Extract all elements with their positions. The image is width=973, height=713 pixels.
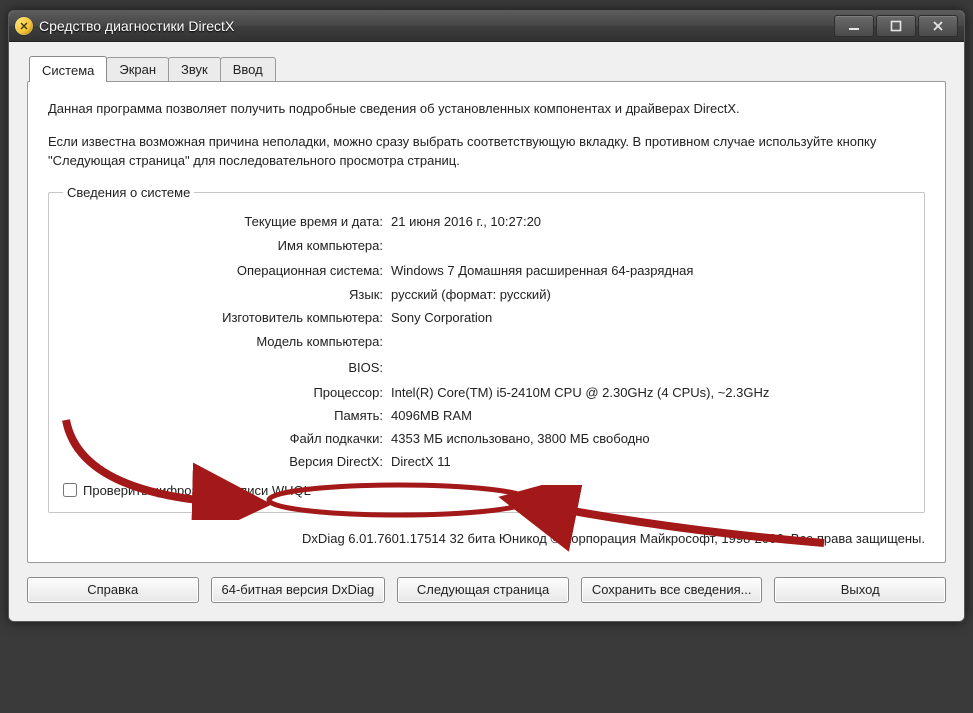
whql-label: Проверить цифровые подписи WHQL <box>83 483 311 498</box>
value-datetime: 21 июня 2016 г., 10:27:20 <box>391 214 910 229</box>
tab-system[interactable]: Система <box>29 56 107 82</box>
window-title: Средство диагностики DirectX <box>39 18 832 34</box>
label-language: Язык: <box>63 287 383 302</box>
whql-row: Проверить цифровые подписи WHQL <box>63 483 910 498</box>
next-page-button[interactable]: Следующая страница <box>397 577 569 603</box>
value-bios <box>391 359 910 377</box>
label-memory: Память: <box>63 408 383 423</box>
value-manufacturer: Sony Corporation <box>391 310 910 325</box>
label-computer-name: Имя компьютера: <box>63 238 383 253</box>
value-model <box>391 333 910 351</box>
tab-input[interactable]: Ввод <box>220 57 276 81</box>
label-os: Операционная система: <box>63 263 383 278</box>
label-pagefile: Файл подкачки: <box>63 431 383 446</box>
label-directx-version: Версия DirectX: <box>63 454 383 469</box>
footer-text: DxDiag 6.01.7601.17514 32 бита Юникод © … <box>48 531 925 546</box>
dxdiag64-button[interactable]: 64-битная версия DxDiag <box>211 577 386 603</box>
save-all-button[interactable]: Сохранить все сведения... <box>581 577 763 603</box>
value-computer-name <box>391 237 910 255</box>
intro-paragraph-2: Если известна возможная причина неполадк… <box>48 133 925 171</box>
tabpage-system: Данная программа позволяет получить подр… <box>27 81 946 563</box>
redacted-blank <box>391 237 511 252</box>
button-row: Справка 64-битная версия DxDiag Следующа… <box>27 577 946 603</box>
intro-text: Данная программа позволяет получить подр… <box>48 100 925 171</box>
label-datetime: Текущие время и дата: <box>63 214 383 229</box>
label-model: Модель компьютера: <box>63 334 383 349</box>
dxdiag-window: ✕ Средство диагностики DirectX Система Э… <box>8 10 965 622</box>
system-info-group: Сведения о системе Текущие время и дата:… <box>48 185 925 513</box>
label-manufacturer: Изготовитель компьютера: <box>63 310 383 325</box>
tab-display[interactable]: Экран <box>106 57 169 81</box>
value-directx-version: DirectX 11 <box>391 454 910 469</box>
value-memory: 4096MB RAM <box>391 408 910 423</box>
intro-paragraph-1: Данная программа позволяет получить подр… <box>48 100 925 119</box>
tabstrip: Система Экран Звук Ввод <box>29 56 946 81</box>
value-language: русский (формат: русский) <box>391 287 910 302</box>
minimize-button[interactable] <box>834 15 874 37</box>
client-area: Система Экран Звук Ввод Данная программа… <box>9 42 964 621</box>
tab-label: Звук <box>181 62 208 77</box>
system-info-grid: Текущие время и дата: 21 июня 2016 г., 1… <box>63 214 910 469</box>
tab-label: Экран <box>119 62 156 77</box>
group-legend: Сведения о системе <box>63 185 194 200</box>
tab-sound[interactable]: Звук <box>168 57 221 81</box>
help-button[interactable]: Справка <box>27 577 199 603</box>
value-pagefile: 4353 МБ использовано, 3800 МБ свободно <box>391 431 910 446</box>
redacted-blank <box>697 264 867 279</box>
redacted-blank <box>391 333 571 348</box>
value-cpu: Intel(R) Core(TM) i5-2410M CPU @ 2.30GHz… <box>391 385 910 400</box>
app-icon: ✕ <box>15 17 33 35</box>
maximize-button[interactable] <box>876 15 916 37</box>
tab-label: Ввод <box>233 62 263 77</box>
titlebar[interactable]: ✕ Средство диагностики DirectX <box>9 11 964 42</box>
exit-button[interactable]: Выход <box>774 577 946 603</box>
close-button[interactable] <box>918 15 958 37</box>
redacted-blank <box>391 359 631 374</box>
label-bios: BIOS: <box>63 360 383 375</box>
whql-checkbox[interactable] <box>63 483 77 497</box>
tab-label: Система <box>42 63 94 78</box>
value-os: Windows 7 Домашняя расширенная 64-разряд… <box>391 263 910 279</box>
label-cpu: Процессор: <box>63 385 383 400</box>
